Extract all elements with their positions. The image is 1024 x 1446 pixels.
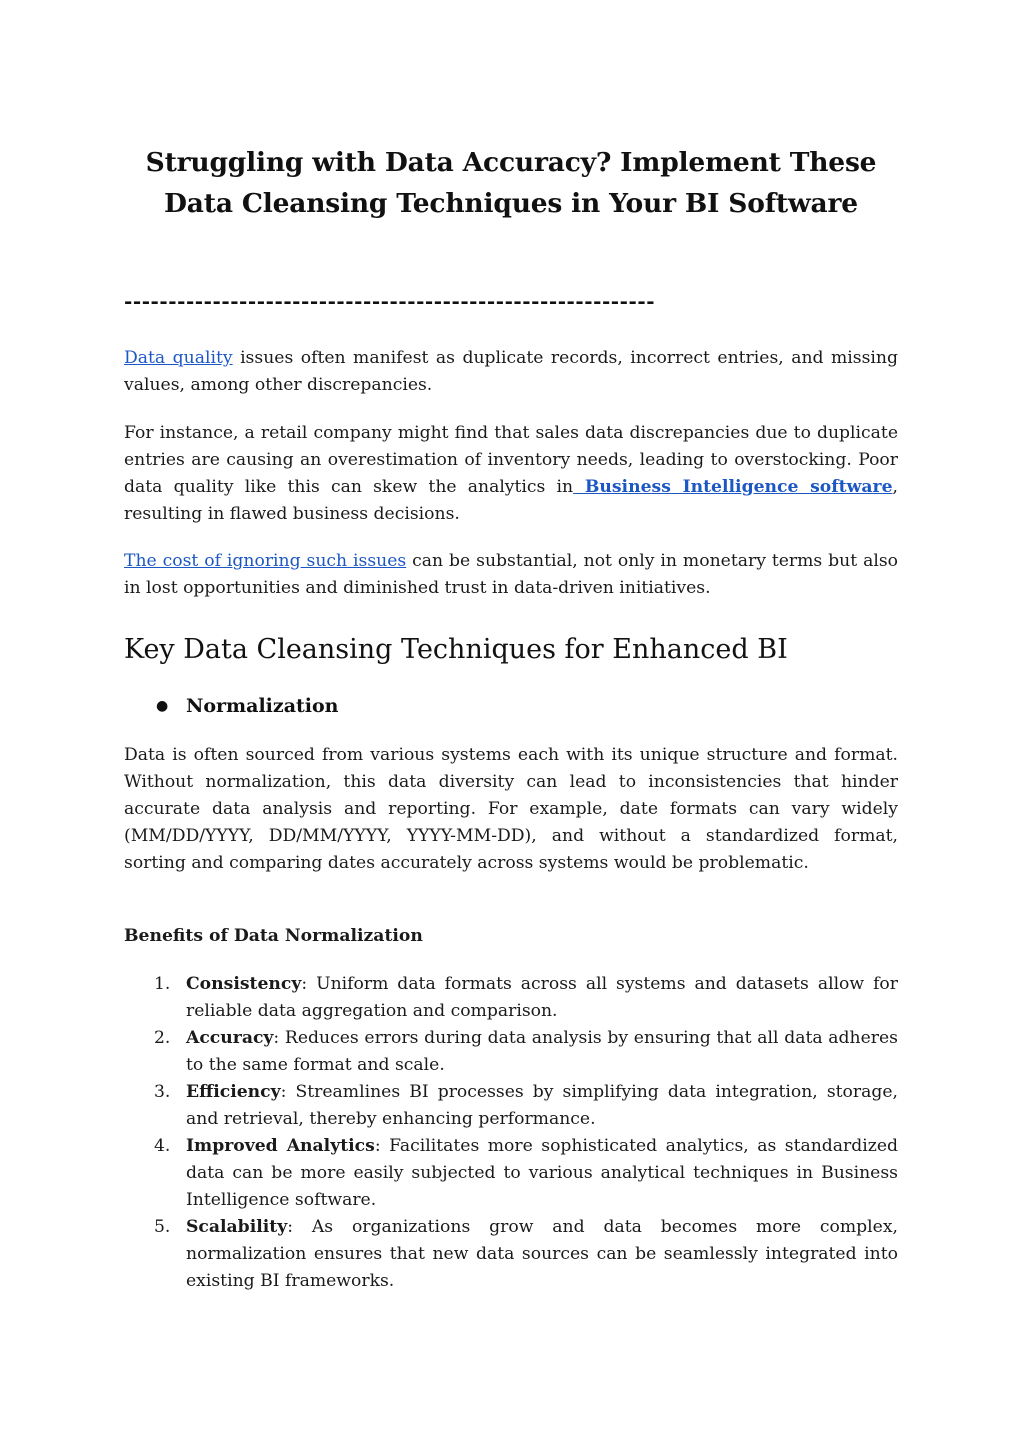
normalization-paragraph: Data is often sourced from various syste… [124, 745, 898, 873]
benefit-number: 4. [154, 1136, 171, 1156]
data-quality-link[interactable]: Data quality [124, 348, 233, 368]
benefit-desc: : Streamlines BI processes by simplifyin… [186, 1082, 898, 1129]
benefit-item: 1. Consistency: Uniform data formats acro… [124, 971, 898, 1025]
benefit-number: 1. [154, 974, 171, 994]
bullet-icon: ● [156, 698, 169, 714]
intro-paragraph: Data quality issues often manifest as du… [124, 345, 898, 399]
benefit-term: Efficiency [186, 1082, 281, 1102]
benefit-term: Improved Analytics [186, 1136, 375, 1156]
bullet-label: Normalization [186, 695, 339, 717]
dashed-divider: ----------------------------------------… [124, 289, 656, 313]
benefit-desc: : Reduces errors during data analysis by… [186, 1028, 898, 1075]
benefit-number: 2. [154, 1028, 171, 1048]
benefit-desc: : As organizations grow and data becomes… [186, 1217, 898, 1291]
benefit-item: 4. Improved Analytics: Facilitates more s… [124, 1133, 898, 1214]
benefit-item: 5. Scalability: As organizations grow and… [124, 1214, 898, 1295]
section-heading: Key Data Cleansing Techniques for Enhanc… [124, 634, 788, 665]
benefit-number: 5. [154, 1217, 171, 1237]
business-intelligence-software-link[interactable]: Business Intelligence software [573, 477, 893, 497]
cost-paragraph: The cost of ignoring such issues can be … [124, 548, 898, 602]
benefit-term: Consistency [186, 974, 302, 994]
example-paragraph: For instance, a retail company might fin… [124, 420, 898, 528]
benefit-term: Scalability [186, 1217, 288, 1237]
document-title: Struggling with Data Accuracy? Implement… [145, 147, 877, 219]
intro-paragraph-text: issues often manifest as duplicate recor… [124, 348, 898, 395]
benefits-heading: Benefits of Data Normalization [124, 926, 423, 946]
bullet-item-normalization: ● Normalization [156, 692, 338, 720]
benefit-item: 2. Accuracy: Reduces errors during data a… [124, 1025, 898, 1079]
benefit-number: 3. [154, 1082, 171, 1102]
benefit-term: Accuracy [186, 1028, 274, 1048]
benefit-item: 3. Efficiency: Streamlines BI processes b… [124, 1079, 898, 1133]
benefits-list: 1. Consistency: Uniform data formats acro… [124, 971, 898, 1295]
cost-of-ignoring-link[interactable]: The cost of ignoring such issues [124, 551, 406, 571]
